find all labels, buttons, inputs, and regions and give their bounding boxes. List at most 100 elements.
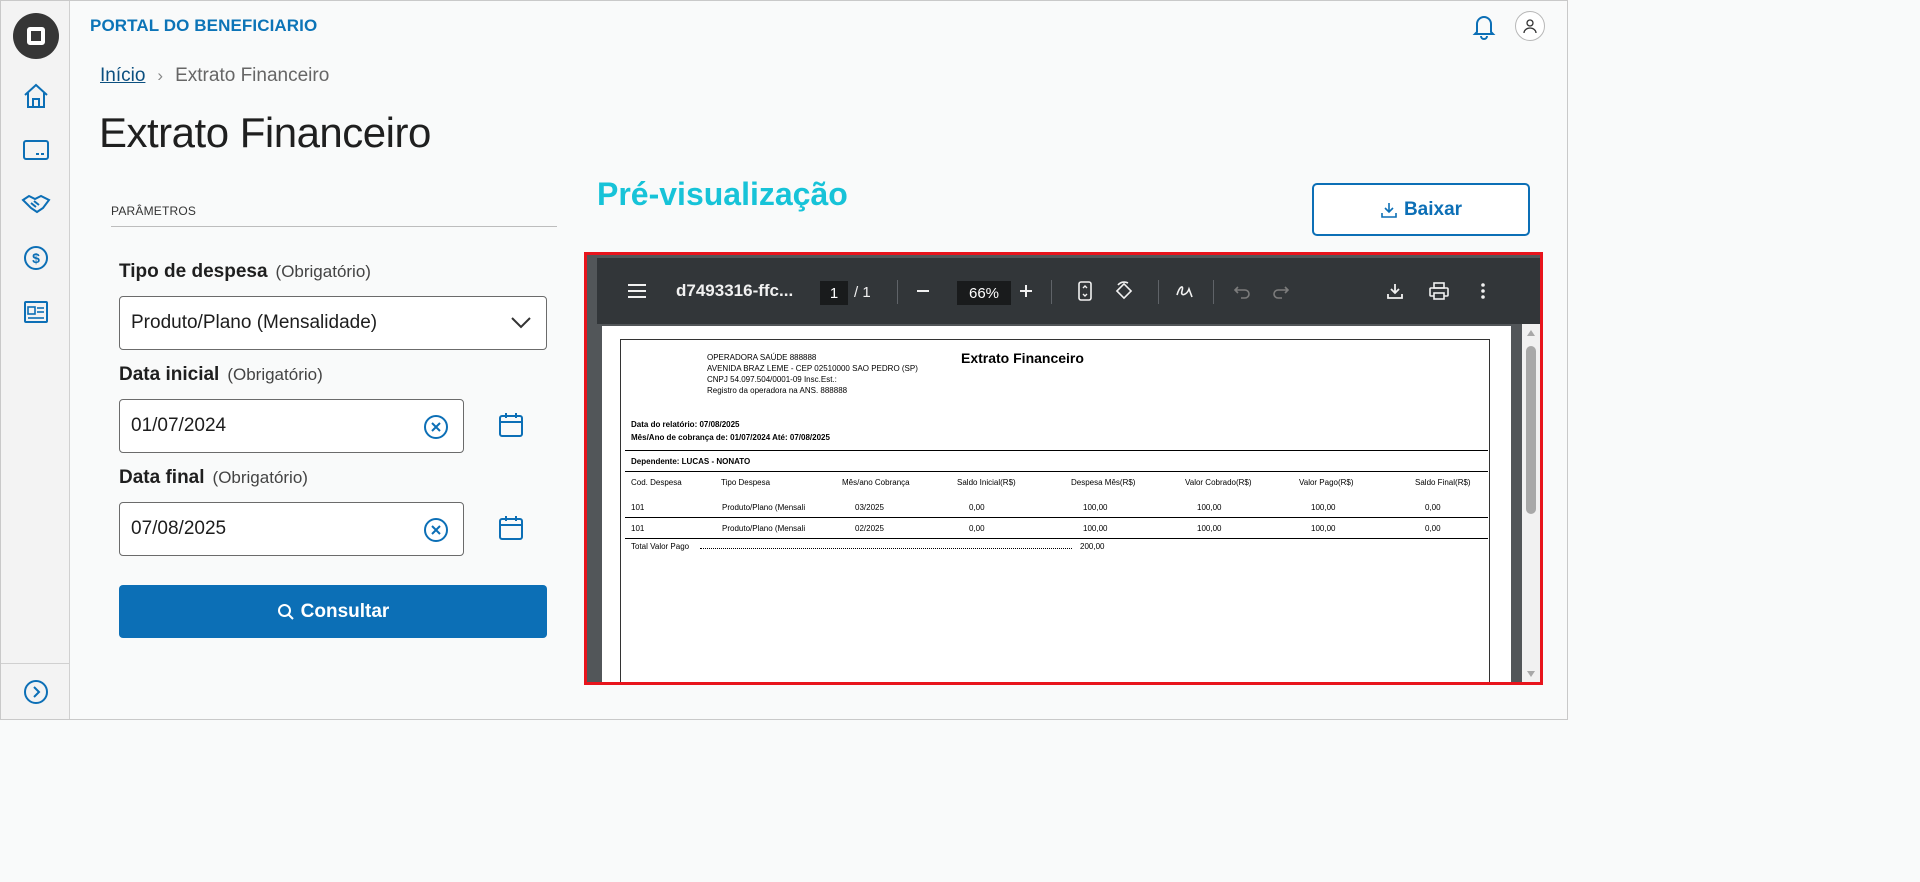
- pdf-viewer: d7493316-ffc... 1 / 1 66% OPERADORA SAÚD…: [584, 252, 1543, 685]
- zoom-level-input[interactable]: 66%: [957, 281, 1011, 305]
- scroll-thumb[interactable]: [1526, 346, 1536, 514]
- rotate-icon[interactable]: [1113, 280, 1135, 302]
- table-cell: Produto/Plano (Mensali: [722, 503, 806, 512]
- table-cell: 100,00: [1311, 503, 1336, 512]
- more-options-icon[interactable]: [1472, 280, 1494, 302]
- breadcrumb-home-link[interactable]: Início: [100, 65, 145, 87]
- zoom-in-icon[interactable]: [1015, 280, 1037, 302]
- operator-line: AVENIDA BRAZ LEME - CEP 02510000 SAO PED…: [707, 364, 918, 373]
- home-icon[interactable]: [20, 80, 52, 112]
- pdf-page-area[interactable]: OPERADORA SAÚDE 888888 AVENIDA BRAZ LEME…: [597, 324, 1540, 682]
- sidebar-divider: [1, 663, 69, 664]
- handshake-icon[interactable]: [20, 188, 52, 220]
- column-header: Mês/ano Cobrança: [842, 478, 910, 487]
- total-label: Total Valor Pago: [631, 542, 690, 551]
- table-cell: 0,00: [1425, 503, 1441, 512]
- required-hint: (Obrigatório): [275, 262, 371, 281]
- breadcrumb-current: Extrato Financeiro: [175, 65, 330, 86]
- redo-icon[interactable]: [1270, 280, 1292, 302]
- search-icon: [277, 603, 294, 620]
- clear-icon[interactable]: [423, 414, 449, 440]
- page-total: / 1: [854, 284, 871, 301]
- tipo-despesa-label-text: Tipo de despesa: [119, 261, 268, 282]
- params-divider: [111, 226, 557, 227]
- draw-icon[interactable]: [1174, 280, 1196, 302]
- table-cell: 0,00: [969, 503, 985, 512]
- pdf-scrollbar[interactable]: [1522, 324, 1540, 682]
- card-icon[interactable]: [20, 134, 52, 166]
- scroll-down-icon[interactable]: [1526, 670, 1536, 678]
- divider: [625, 471, 1488, 472]
- data-inicial-label: Data inicial (Obrigatório): [119, 364, 323, 386]
- calendar-icon[interactable]: [497, 514, 525, 542]
- baixar-button[interactable]: Baixar: [1312, 183, 1530, 236]
- column-header: Valor Cobrado(R$): [1185, 478, 1252, 487]
- download-icon[interactable]: [1384, 280, 1406, 302]
- tipo-despesa-select[interactable]: Produto/Plano (Mensalidade): [119, 296, 547, 350]
- table-cell: 02/2025: [855, 524, 884, 533]
- scroll-up-icon[interactable]: [1526, 329, 1536, 337]
- column-header: Saldo Inicial(R$): [957, 478, 1016, 487]
- chevron-down-icon: [511, 317, 531, 329]
- pdf-toolbar: d7493316-ffc... 1 / 1 66%: [597, 258, 1540, 324]
- user-icon: [1523, 19, 1537, 34]
- billing-period: Mês/Ano de cobrança de: 01/07/2024 Até: …: [631, 433, 830, 442]
- page-number-input[interactable]: 1: [820, 281, 848, 305]
- operator-line: Registro da operadora na ANS. 888888: [707, 386, 848, 395]
- table-cell: 100,00: [1311, 524, 1336, 533]
- user-avatar[interactable]: [1515, 11, 1545, 41]
- table-cell: 101: [631, 503, 645, 512]
- total-value: 200,00: [1080, 542, 1105, 551]
- table-cell: 100,00: [1083, 503, 1108, 512]
- column-header: Despesa Mês(R$): [1071, 478, 1136, 487]
- table-cell: 101: [631, 524, 645, 533]
- download-icon: [1381, 202, 1397, 218]
- data-final-label: Data final (Obrigatório): [119, 467, 308, 489]
- calendar-icon[interactable]: [497, 411, 525, 439]
- portal-title: PORTAL DO BENEFICIARIO: [90, 16, 318, 35]
- data-final-label-text: Data final: [119, 467, 205, 488]
- tipo-despesa-label: Tipo de despesa (Obrigatório): [119, 261, 371, 283]
- data-final-input[interactable]: 07/08/2025: [119, 502, 464, 556]
- pdf-file-name: d7493316-ffc...: [676, 281, 794, 300]
- dependent-name: Dependente: LUCAS - NONATO: [631, 457, 751, 466]
- page-title: Extrato Financeiro: [99, 109, 431, 156]
- table-cell: 100,00: [1197, 503, 1222, 512]
- fit-page-icon[interactable]: [1074, 280, 1096, 302]
- data-inicial-input[interactable]: 01/07/2024: [119, 399, 464, 453]
- sidebar: $: [1, 1, 70, 719]
- toolbar-divider: [1213, 280, 1214, 304]
- table-cell: 03/2025: [855, 503, 884, 512]
- expand-sidebar-icon[interactable]: [20, 676, 52, 708]
- clear-icon[interactable]: [423, 517, 449, 543]
- operator-info: OPERADORA SAÚDE 888888 AVENIDA BRAZ LEME…: [707, 352, 918, 396]
- data-inicial-label-text: Data inicial: [119, 364, 220, 385]
- tipo-despesa-value: Produto/Plano (Mensalidade): [131, 312, 378, 333]
- table-cell: 100,00: [1083, 524, 1108, 533]
- toolbar-divider: [897, 280, 898, 304]
- toolbar-divider: [1158, 280, 1159, 304]
- undo-icon[interactable]: [1231, 280, 1253, 302]
- chevron-right-icon: ›: [157, 66, 164, 85]
- zoom-out-icon[interactable]: [912, 280, 934, 302]
- baixar-label: Baixar: [1403, 198, 1463, 220]
- total-leader-dots: [700, 548, 1072, 549]
- print-icon[interactable]: [1428, 280, 1450, 302]
- table-cell: Produto/Plano (Mensali: [722, 524, 806, 533]
- app-logo[interactable]: [13, 13, 59, 59]
- divider: [625, 538, 1488, 539]
- table-cell: 100,00: [1197, 524, 1222, 533]
- consultar-button[interactable]: Consultar: [119, 585, 547, 638]
- divider: [625, 517, 1488, 518]
- operator-line: CNPJ 54.097.504/0001-09 Insc.Est.:: [707, 375, 837, 384]
- required-hint: (Obrigatório): [227, 365, 323, 384]
- table-cell: 0,00: [969, 524, 985, 533]
- document-list-icon[interactable]: [20, 296, 52, 328]
- params-section-label: PARÂMETROS: [111, 204, 197, 218]
- notification-bell-icon[interactable]: [1470, 12, 1498, 40]
- dollar-icon[interactable]: $: [20, 242, 52, 274]
- menu-icon[interactable]: [626, 280, 648, 302]
- operator-line: OPERADORA SAÚDE 888888: [707, 353, 817, 362]
- column-header: Valor Pago(R$): [1299, 478, 1354, 487]
- required-hint: (Obrigatório): [212, 468, 308, 487]
